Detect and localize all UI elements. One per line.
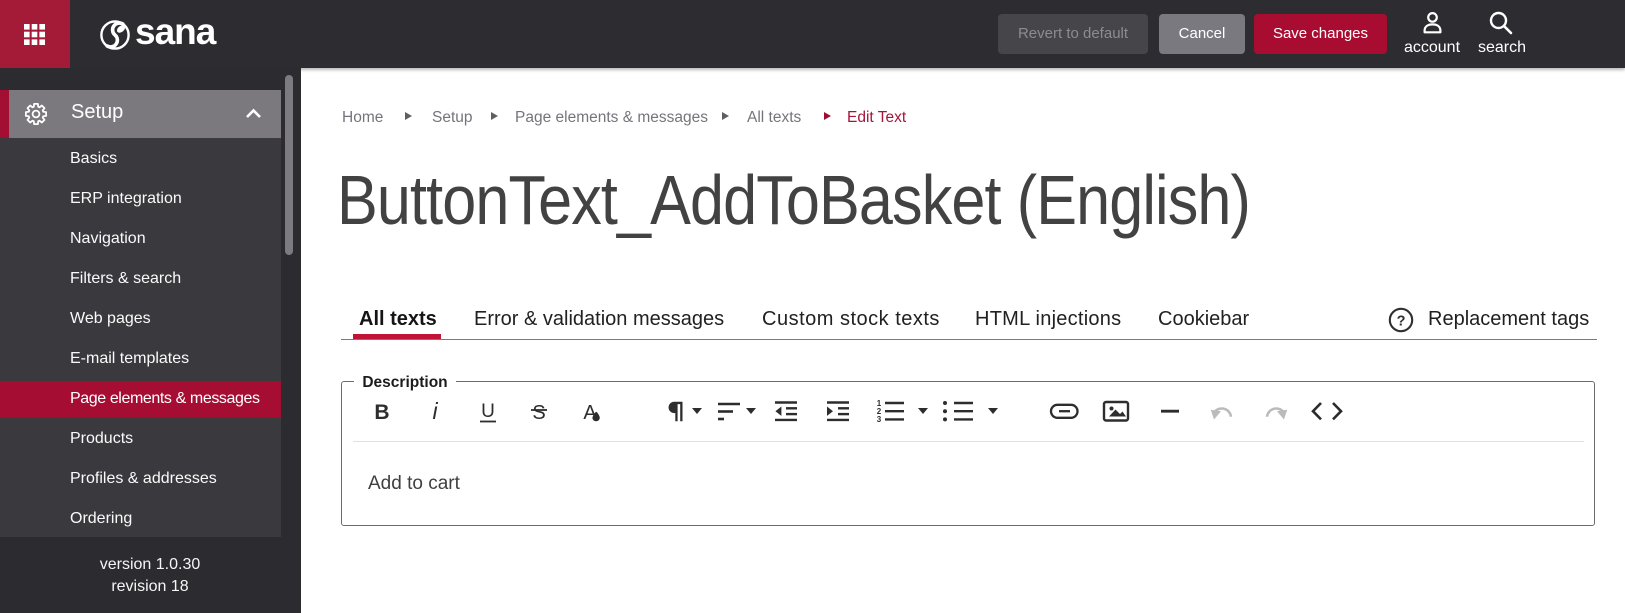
svg-text:U: U	[481, 401, 495, 422]
svg-text:3: 3	[877, 415, 882, 424]
svg-text:i: i	[432, 398, 438, 424]
svg-text:B: B	[374, 401, 389, 424]
svg-text:?: ?	[1397, 313, 1406, 329]
svg-text:S: S	[532, 402, 545, 424]
